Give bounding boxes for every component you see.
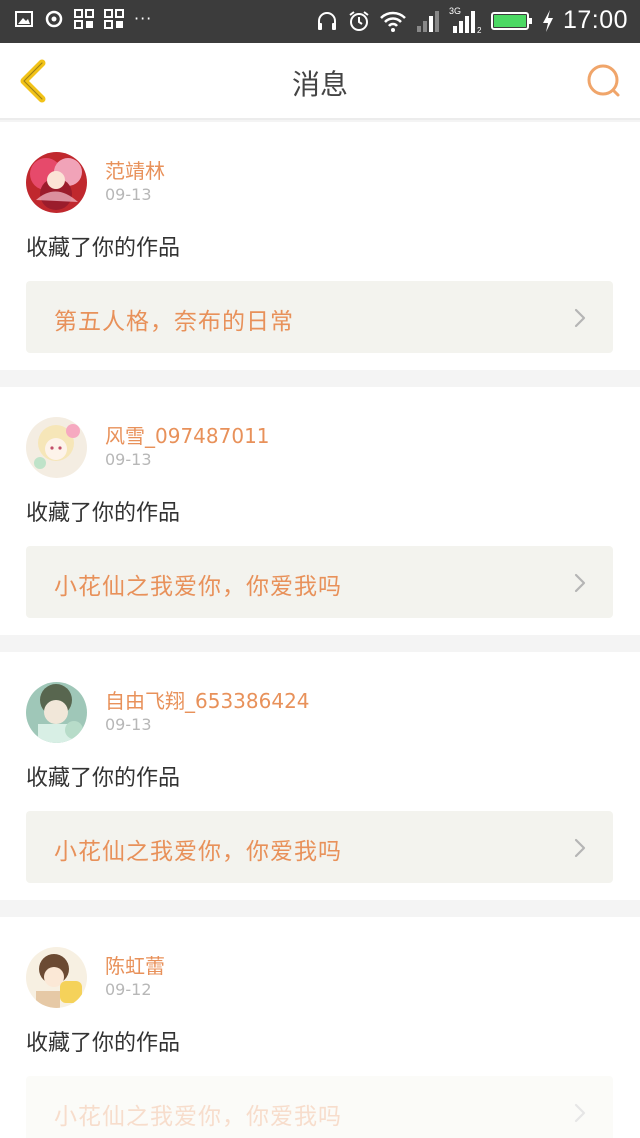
battery-icon (490, 10, 533, 32)
work-link[interactable]: 小花仙之我爱你，你爱我吗 (26, 546, 613, 618)
username[interactable]: 范靖林 (105, 155, 165, 184)
avatar[interactable] (26, 682, 87, 743)
charging-icon (541, 9, 555, 33)
message-card: 自由飞翔_653386424 09-13 收藏了你的作品 小花仙之我爱你，你爱我… (0, 652, 640, 900)
status-bar: ··· 3G 2 17:00 (0, 0, 640, 43)
action-text: 收藏了你的作品 (26, 501, 181, 526)
search-button[interactable] (584, 61, 624, 101)
work-title: 小花仙之我爱你，你爱我吗 (54, 839, 342, 865)
alarm-icon (347, 9, 371, 33)
work-link[interactable]: 小花仙之我爱你，你爱我吗 (26, 811, 613, 883)
avatar[interactable] (26, 417, 87, 478)
message-date: 09-12 (105, 980, 152, 999)
network-type-label: 3G (448, 5, 461, 16)
username[interactable]: 风雪_097487011 (105, 420, 270, 449)
message-card: 范靖林 09-13 收藏了你的作品 第五人格，奈布的日常 (0, 122, 640, 370)
status-left-icons: ··· (14, 9, 152, 29)
sync-icon (44, 9, 64, 29)
app-grid-icon (104, 9, 124, 29)
avatar[interactable] (26, 947, 87, 1008)
app-header: 消息 (0, 43, 640, 120)
avatar[interactable] (26, 152, 87, 213)
signal-3g-icon: 3G 2 (448, 5, 483, 35)
chevron-right-icon (574, 1103, 586, 1123)
signal-icon (415, 9, 441, 33)
message-card: 风雪_097487011 09-13 收藏了你的作品 小花仙之我爱你，你爱我吗 (0, 387, 640, 635)
app-grid-icon (74, 9, 94, 29)
work-title: 第五人格，奈布的日常 (54, 309, 294, 335)
image-icon (14, 9, 34, 29)
chevron-right-icon (574, 838, 586, 858)
headphones-icon (315, 9, 339, 33)
message-list: 范靖林 09-13 收藏了你的作品 第五人格，奈布的日常 风雪_09748701… (0, 122, 640, 1138)
chevron-right-icon (574, 308, 586, 328)
clock: 17:00 (562, 6, 628, 34)
search-icon (587, 64, 620, 97)
action-text: 收藏了你的作品 (26, 766, 181, 791)
message-date: 09-13 (105, 715, 152, 734)
work-link[interactable]: 小花仙之我爱你，你爱我吗 (26, 1076, 613, 1138)
work-title: 小花仙之我爱你，你爱我吗 (54, 574, 342, 600)
action-text: 收藏了你的作品 (26, 1031, 181, 1056)
work-link[interactable]: 第五人格，奈布的日常 (26, 281, 613, 353)
message-date: 09-13 (105, 450, 152, 469)
message-date: 09-13 (105, 185, 152, 204)
username[interactable]: 自由飞翔_653386424 (105, 685, 310, 714)
more-dots-icon: ··· (134, 9, 153, 28)
work-title: 小花仙之我爱你，你爱我吗 (54, 1104, 342, 1130)
status-right-icons: 3G 2 17:00 (315, 6, 628, 35)
message-card: 陈虹蕾 09-12 收藏了你的作品 小花仙之我爱你，你爱我吗 (0, 917, 640, 1138)
chevron-right-icon (574, 573, 586, 593)
action-text: 收藏了你的作品 (26, 236, 181, 261)
username[interactable]: 陈虹蕾 (105, 950, 165, 979)
svg-text:2: 2 (477, 26, 482, 34)
wifi-icon (379, 9, 407, 33)
page-title: 消息 (291, 68, 348, 101)
